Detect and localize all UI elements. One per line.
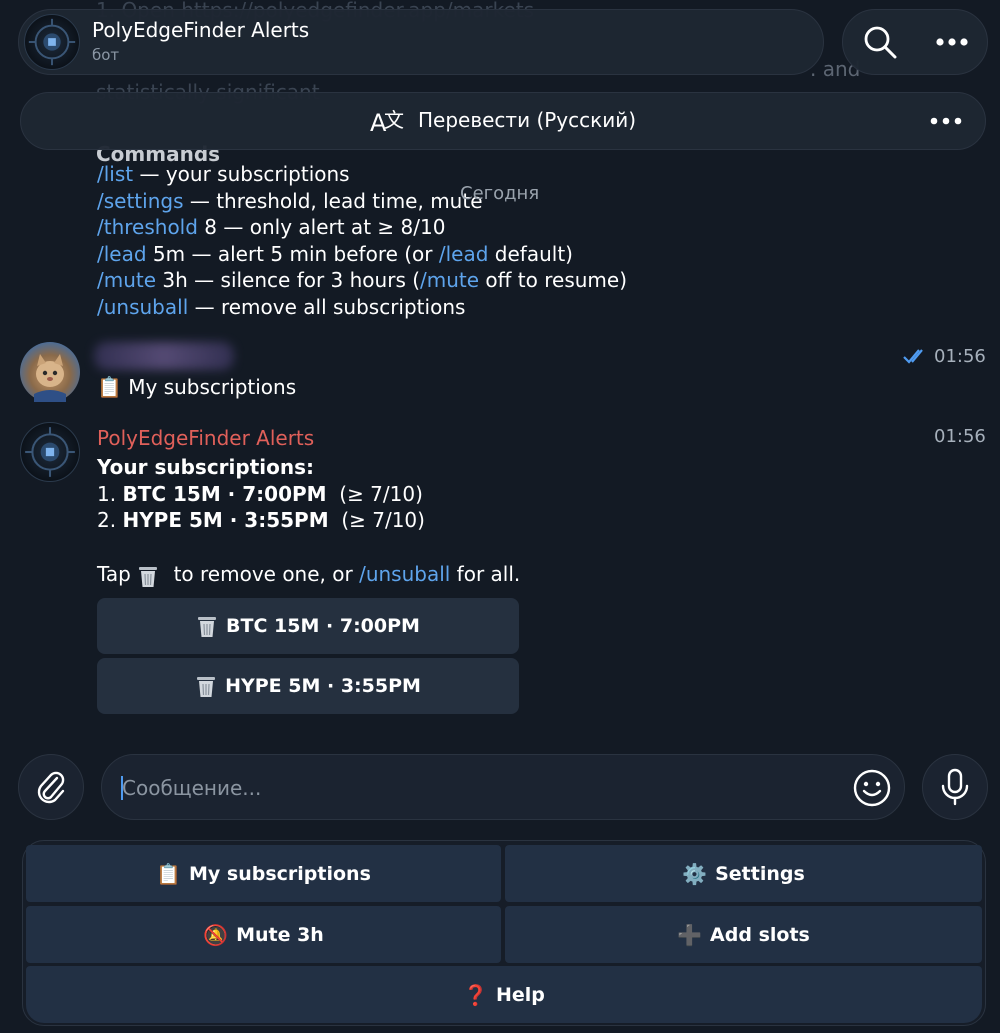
trash-icon [198, 617, 217, 637]
user-name-blurred [94, 342, 234, 370]
remove-btc-subscription-button[interactable]: BTC 15M · 7:00PM [97, 598, 519, 654]
sender-name[interactable]: PolyEdgeFinder Alerts [97, 426, 314, 450]
chat-subtitle: бот [92, 46, 120, 64]
chat-title[interactable]: PolyEdgeFinder Alerts [92, 18, 309, 42]
translate-more-icon[interactable] [930, 116, 962, 126]
command-link[interactable]: /mute [420, 268, 479, 292]
translate-label[interactable]: Перевести (Русский) [418, 108, 636, 132]
clipboard-icon: 📋 [156, 861, 181, 886]
cat-avatar-icon [34, 354, 66, 402]
kb-settings-button[interactable]: ⚙️ Settings [505, 845, 982, 902]
inline-button-label: BTC 15M · 7:00PM [226, 615, 420, 637]
command-link[interactable]: /mute [97, 268, 156, 292]
message-input[interactable] [122, 773, 822, 803]
bot-logo-icon [28, 18, 76, 66]
attach-button[interactable] [18, 754, 84, 820]
trash-icon [139, 566, 158, 587]
command-line: /unsuball — remove all subscriptions [97, 295, 466, 319]
command-line: /mute 3h — silence for 3 hours (/mute of… [97, 268, 628, 292]
kb-add-slots-button[interactable]: ➕ Add slots [505, 906, 982, 963]
message-time: 01:56 [934, 346, 986, 367]
user-message-text: 📋 My subscriptions [97, 375, 297, 399]
message-input-wrap [101, 754, 905, 820]
read-checkmarks-icon [902, 347, 930, 369]
voice-message-button[interactable] [922, 754, 988, 820]
search-icon[interactable] [862, 24, 898, 60]
clipboard-icon: 📋 [97, 375, 122, 399]
svg-text:文: 文 [384, 108, 404, 132]
header-actions [842, 9, 988, 75]
command-link[interactable]: /threshold [97, 215, 198, 239]
kb-my-subscriptions-button[interactable]: 📋 My subscriptions [26, 845, 501, 902]
paperclip-icon [37, 771, 65, 804]
more-options-icon[interactable] [935, 37, 969, 47]
kb-help-button[interactable]: ❓ Help [26, 966, 982, 1023]
bot-avatar[interactable] [20, 422, 80, 482]
translate-icon: A 文 [370, 105, 406, 141]
command-link[interactable]: /lead [439, 242, 489, 266]
subscription-item: 2. HYPE 5M · 3:55PM (≥ 7/10) [97, 508, 425, 532]
question-mark-icon: ❓ [463, 982, 488, 1007]
message-time: 01:56 [934, 426, 986, 447]
command-link[interactable]: /list [97, 162, 133, 186]
microphone-icon [941, 768, 969, 806]
gear-icon: ⚙️ [682, 861, 708, 886]
command-line: /threshold 8 — only alert at ≥ 8/10 [97, 215, 446, 239]
trash-icon [197, 677, 216, 697]
text-caret [121, 776, 123, 800]
plus-icon: ➕ [677, 922, 703, 947]
command-line: /lead 5m — alert 5 min before (or /lead … [97, 242, 573, 266]
user-avatar[interactable] [20, 342, 80, 402]
command-link[interactable]: /settings [97, 189, 184, 213]
kb-mute-button[interactable]: 🔕 Mute 3h [26, 906, 501, 963]
remove-hype-subscription-button[interactable]: HYPE 5M · 3:55PM [97, 658, 519, 714]
command-line: /list — your subscriptions [97, 162, 350, 186]
command-link[interactable]: /unsuball [359, 562, 450, 586]
command-link[interactable]: /lead [97, 242, 147, 266]
emoji-icon[interactable] [852, 768, 892, 812]
bot-avatar[interactable] [24, 14, 80, 70]
bot-logo-icon [25, 427, 75, 477]
bot-footer-text: Tap to remove one, or /unsuball for all. [97, 562, 521, 587]
inline-button-label: HYPE 5M · 3:55PM [225, 675, 421, 697]
subscription-item: 1. BTC 15M · 7:00PM (≥ 7/10) [97, 482, 423, 506]
date-separator: Сегодня [460, 183, 540, 204]
command-line: /settings — threshold, lead time, mute [97, 189, 483, 213]
muted-bell-icon: 🔕 [203, 922, 229, 947]
command-link[interactable]: /unsuball [97, 295, 188, 319]
subscriptions-heading: Your subscriptions: [97, 455, 315, 479]
